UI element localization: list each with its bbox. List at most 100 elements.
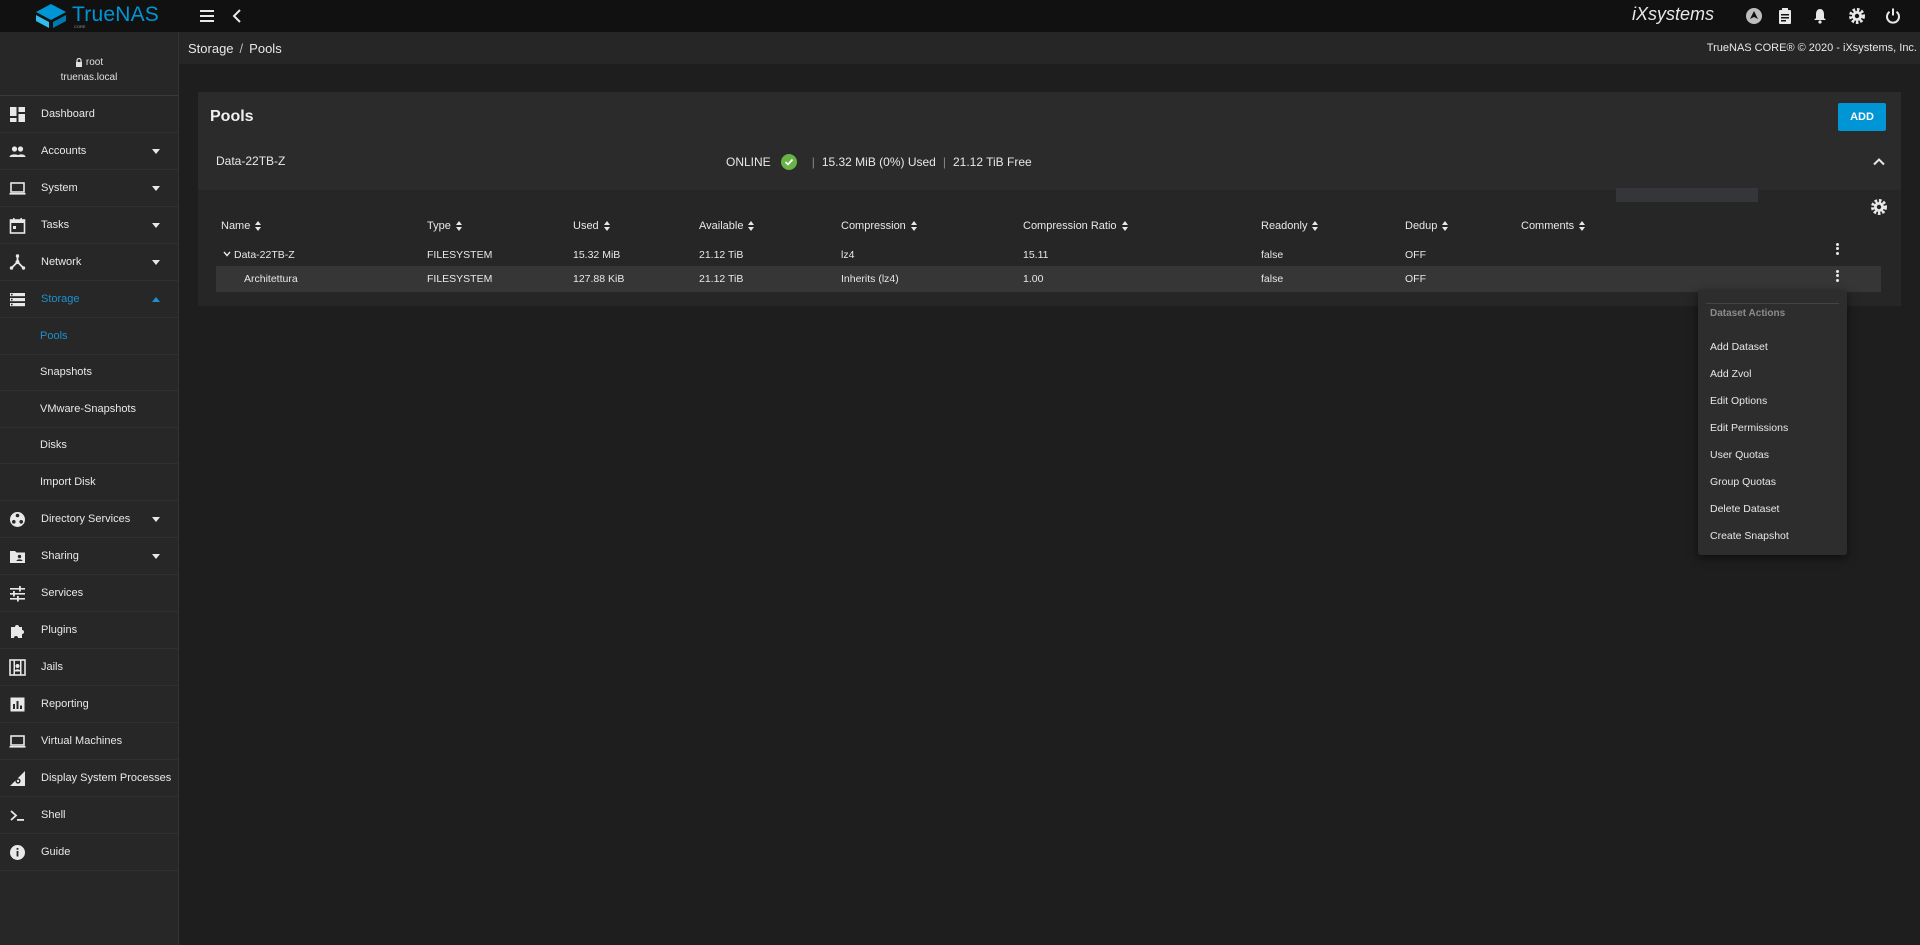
datasets-table: Name Type Used Available Compression Com… — [198, 188, 1901, 306]
breadcrumb-current: Pools — [249, 41, 282, 56]
truecommand-icon[interactable] — [1743, 5, 1765, 27]
cell-used: 127.88 KiB — [573, 273, 625, 285]
sidebar-subitem-import-disk[interactable]: Import Disk — [0, 464, 178, 501]
sidebar-item-network[interactable]: Network — [0, 244, 178, 281]
lock-icon — [75, 58, 82, 67]
cell-type: FILESYSTEM — [427, 249, 493, 261]
column-header-dedup[interactable]: Dedup — [1405, 220, 1449, 232]
cell-compression: lz4 — [841, 249, 855, 261]
table-row[interactable]: Data-22TB-Z FILESYSTEM 15.32 MiB 21.12 T… — [216, 242, 1881, 268]
more-vert-icon[interactable] — [1833, 241, 1841, 257]
menu-item-edit-permissions[interactable]: Edit Permissions — [1698, 414, 1847, 441]
pool-name: Data-22TB-Z — [216, 154, 286, 168]
sidebar-subitem-snapshots[interactable]: Snapshots — [0, 354, 178, 391]
pools-card: Pools ADD Data-22TB-Z ONLINE | 15.32 MiB… — [198, 92, 1901, 306]
sidebar-item-tasks[interactable]: Tasks — [0, 207, 178, 244]
breadcrumb-storage-link[interactable]: Storage — [188, 41, 234, 56]
pool-used: 15.32 MiB (0%) Used — [821, 155, 936, 169]
sidebar-subitem-disks[interactable]: Disks — [0, 427, 178, 464]
user-block: root truenas.local — [0, 32, 178, 96]
column-header-readonly[interactable]: Readonly — [1261, 220, 1319, 232]
notifications-bell-icon[interactable] — [1809, 5, 1831, 27]
sidebar-item-plugins[interactable]: Plugins — [0, 612, 178, 649]
sort-icon — [1579, 221, 1586, 231]
sort-icon — [1121, 221, 1129, 231]
menu-item-add-dataset[interactable]: Add Dataset — [1698, 333, 1847, 360]
sidebar-item-jails[interactable]: Jails — [0, 649, 178, 686]
sidebar-subitem-pools[interactable]: Pools — [0, 318, 178, 355]
column-header-available[interactable]: Available — [699, 220, 755, 232]
storage-icon — [10, 293, 25, 307]
column-header-compression[interactable]: Compression — [841, 220, 918, 232]
cell-type: FILESYSTEM — [427, 273, 493, 285]
menu-item-group-quotas[interactable]: Group Quotas — [1698, 468, 1847, 495]
column-header-used[interactable]: Used — [573, 220, 611, 232]
sidebar-item-display-system-processes[interactable]: Display System Processes — [0, 760, 178, 797]
chevron-down-icon — [152, 260, 160, 265]
sidebar-item-storage[interactable]: Storage — [0, 281, 178, 318]
sort-icon — [748, 221, 755, 231]
sidebar-item-sharing[interactable]: Sharing — [0, 538, 178, 575]
settings-gear-icon[interactable] — [1846, 5, 1868, 27]
sidebar-item-shell[interactable]: Shell — [0, 797, 178, 834]
sidebar-item-guide[interactable]: Guide — [0, 834, 178, 871]
sidebar-item-services[interactable]: Services — [0, 575, 178, 612]
pool-header-row[interactable]: Data-22TB-Z ONLINE | 15.32 MiB (0%) Used… — [198, 142, 1901, 190]
column-header-comments[interactable]: Comments — [1521, 220, 1586, 232]
table-row[interactable]: Architettura FILESYSTEM 127.88 KiB 21.12… — [216, 266, 1881, 292]
menu-item-delete-dataset[interactable]: Delete Dataset — [1698, 495, 1847, 522]
menu-toggle-icon[interactable] — [196, 5, 218, 27]
menu-divider — [1706, 303, 1839, 304]
column-header-name[interactable]: Name — [221, 220, 262, 232]
add-pool-button[interactable]: ADD — [1838, 103, 1886, 131]
chevron-left-icon[interactable] — [226, 5, 248, 27]
cell-dedup: OFF — [1405, 249, 1426, 261]
pool-status: ONLINE | 15.32 MiB (0%) Used | 21.12 TiB… — [726, 154, 1032, 170]
sidebar-item-reporting[interactable]: Reporting — [0, 686, 178, 723]
column-header-compression-ratio[interactable]: Compression Ratio — [1023, 220, 1129, 232]
ixsystems-logo[interactable]: iXsystems — [1632, 4, 1722, 28]
sort-icon — [603, 221, 611, 231]
cell-readonly: false — [1261, 249, 1284, 261]
status-divider: | — [942, 155, 946, 169]
chevron-down-icon — [152, 149, 160, 154]
cell-compression-ratio: 15.11 — [1023, 249, 1049, 261]
sidebar-item-directory-services[interactable]: Directory Services — [0, 501, 178, 538]
menu-item-user-quotas[interactable]: User Quotas — [1698, 441, 1847, 468]
cell-available: 21.12 TiB — [699, 249, 744, 261]
chevron-down-icon[interactable] — [223, 251, 231, 257]
chart-icon — [10, 697, 25, 711]
chevron-down-icon — [152, 516, 160, 522]
cell-used: 15.32 MiB — [573, 249, 621, 261]
copyright-text: TrueNAS CORE® © 2020 - iXsystems, Inc. — [1706, 42, 1917, 54]
cell-dedup: OFF — [1405, 273, 1426, 285]
menu-item-add-zvol[interactable]: Add Zvol — [1698, 360, 1847, 387]
sort-icon — [255, 221, 262, 231]
cell-compression: Inherits (lz4) — [841, 273, 899, 285]
dataset-actions-menu: Dataset Actions Add Dataset Add Zvol Edi… — [1698, 290, 1847, 555]
sort-icon — [1442, 221, 1449, 231]
menu-item-edit-options[interactable]: Edit Options — [1698, 387, 1847, 414]
pool-settings-gear-icon[interactable] — [1870, 198, 1888, 216]
sidebar-item-virtual-machines[interactable]: Virtual Machines — [0, 723, 178, 760]
sort-icon — [1312, 221, 1319, 231]
processes-icon — [10, 770, 25, 786]
folder-shared-icon — [10, 550, 25, 563]
sidebar-subitem-vmware-snapshots[interactable]: VMware-Snapshots — [0, 391, 178, 428]
power-icon[interactable] — [1882, 5, 1904, 27]
truenas-logo[interactable]: TrueNAS CORE — [36, 2, 159, 30]
user-name: root — [0, 57, 178, 68]
column-header-type[interactable]: Type — [427, 220, 463, 232]
more-vert-icon[interactable] — [1833, 268, 1841, 284]
user-host: truenas.local — [60, 72, 118, 83]
chevron-up-icon[interactable] — [1869, 152, 1889, 172]
pool-free: 21.12 TiB Free — [952, 155, 1032, 169]
breadcrumb-bar: Storage / Pools TrueNAS CORE® © 2020 - iXs… — [179, 32, 1920, 64]
sidebar-item-dashboard[interactable]: Dashboard — [0, 96, 178, 133]
task-manager-icon[interactable] — [1774, 5, 1796, 27]
breadcrumb: Storage / Pools — [188, 41, 282, 56]
menu-item-create-snapshot[interactable]: Create Snapshot — [1698, 522, 1847, 549]
sidebar-item-system[interactable]: System — [0, 170, 178, 207]
tune-icon — [10, 585, 25, 601]
sidebar-item-accounts[interactable]: Accounts — [0, 133, 178, 170]
